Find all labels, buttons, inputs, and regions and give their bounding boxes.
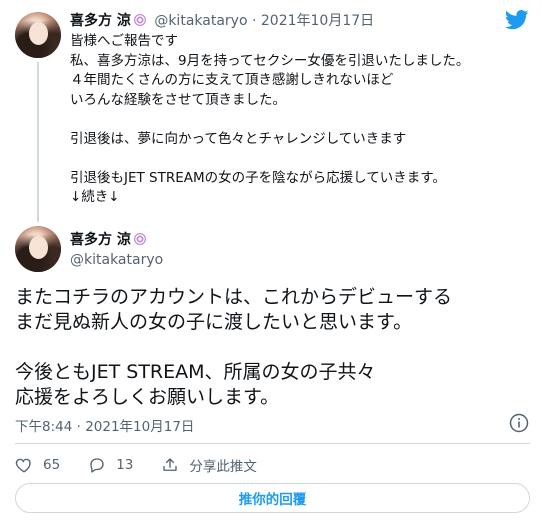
share-button[interactable]: 分享此推文 xyxy=(161,455,257,475)
reply-button[interactable]: 13 xyxy=(88,456,133,474)
reply-icon xyxy=(90,458,104,473)
tweet1-header: 喜多方 涼 @kitakataryo · 2021年10月17日 xyxy=(70,12,374,30)
display-name[interactable]: 喜多方 涼 xyxy=(70,232,131,248)
divider xyxy=(15,443,530,444)
tweet-line: 応援をよろしくお願いします。 xyxy=(15,386,280,408)
separator: · xyxy=(251,13,257,29)
tweet2-header: 喜多方 涼 @kitakataryo xyxy=(70,230,163,269)
tweet-line: ４年間たくさんの方に支えて頂き感謝しきれないほど xyxy=(70,72,394,88)
avatar[interactable] xyxy=(15,226,61,272)
tweet-line: 今後ともJET STREAM、所属の女の子共々 xyxy=(15,361,376,383)
tweet-line: まだ見ぬ新人の女の子に渡したいと思います。 xyxy=(15,311,413,333)
tweet-line: 引退後もJET STREAMの女の子を陰ながら応援していきます。 xyxy=(70,169,446,186)
share-label: 分享此推文 xyxy=(189,459,257,475)
display-name[interactable]: 喜多方 涼 xyxy=(70,13,131,29)
tweet-line: 私、喜多方涼は、9月を持ってセクシー女優を引退いたしました。 xyxy=(70,52,470,69)
verified-badge-icon xyxy=(133,233,146,245)
tweet-line: いろんな経験をさせて頂きました。 xyxy=(70,91,286,108)
tweet-line xyxy=(15,335,530,360)
info-icon[interactable] xyxy=(509,413,529,433)
tweet2-text: またコチラのアカウントは、これからデビューする まだ見ぬ新人の女の子に渡したいと… xyxy=(15,285,530,410)
tweet-line xyxy=(70,149,530,169)
like-count: 65 xyxy=(43,457,61,473)
avatar[interactable] xyxy=(15,12,61,58)
tweet-line xyxy=(70,110,530,130)
tweet-line: ↓続き↓ xyxy=(70,189,120,205)
tweet-date[interactable]: 2021年10月17日 xyxy=(261,13,374,29)
thread-connector xyxy=(37,62,39,222)
heart-icon xyxy=(15,458,31,473)
tweet-line: 皆様へご報告です xyxy=(70,33,178,49)
like-button[interactable]: 65 xyxy=(15,456,60,474)
reply-count: 13 xyxy=(116,457,134,473)
verified-badge-icon xyxy=(133,14,146,26)
handle[interactable]: @kitakataryo xyxy=(154,13,247,29)
share-icon xyxy=(163,458,178,471)
tweet-timestamp[interactable]: 下午8:44 · 2021年10月17日 xyxy=(15,415,194,435)
twitter-bird-icon[interactable] xyxy=(505,10,529,30)
reply-cta-button[interactable]: 推你的回覆 xyxy=(15,483,530,513)
tweet1-text: 皆様へご報告です 私、喜多方涼は、9月を持ってセクシー女優を引退いたしました。 … xyxy=(70,32,530,208)
handle[interactable]: @kitakataryo xyxy=(70,251,163,269)
tweet-line: またコチラのアカウントは、これからデビューする xyxy=(15,286,453,308)
tweet-line: 引退後は、夢に向かって色々とチャレンジしていきます xyxy=(70,130,407,147)
action-bar: 65 13 分享此推文 xyxy=(15,455,285,475)
